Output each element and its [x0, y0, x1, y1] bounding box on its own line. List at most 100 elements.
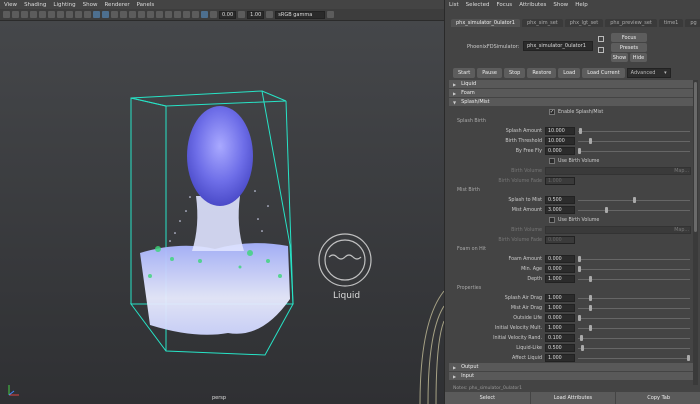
copy-tab-button[interactable]: Copy Tab [616, 392, 700, 404]
show-button[interactable]: Show [611, 53, 628, 62]
menu-focus[interactable]: Focus [496, 2, 512, 8]
splash-air-drag-slider[interactable] [578, 294, 690, 302]
tab-simulator[interactable]: phx_simulator_0ulator1 [451, 19, 520, 27]
slider-handle[interactable] [578, 148, 581, 154]
film-gate-icon[interactable] [48, 11, 55, 18]
go-to-output-icon[interactable] [598, 47, 604, 53]
min-age-field[interactable]: 0.000 [545, 265, 575, 273]
motion-blur-icon[interactable] [147, 11, 154, 18]
initial-velocity-rand-field[interactable]: 0.100 [545, 334, 575, 342]
menu-selected[interactable]: Selected [466, 2, 490, 8]
scrollbar-thumb[interactable] [694, 82, 697, 232]
outside-life-slider[interactable] [578, 314, 690, 322]
viewport-settings-icon[interactable] [327, 11, 335, 18]
enable-splash-checkbox[interactable]: ✓ [549, 109, 555, 115]
select-camera-icon[interactable] [3, 11, 10, 18]
slider-handle[interactable] [588, 325, 592, 331]
menu-renderer[interactable]: Renderer [104, 2, 129, 8]
tab-lgt-set[interactable]: phx_lgt_set [564, 19, 604, 27]
gamma-field[interactable]: 1.00 [247, 10, 265, 19]
splash-amount-field[interactable]: 10.000 [545, 127, 575, 135]
stop-button[interactable]: Stop [503, 68, 526, 78]
splash-amount-slider[interactable] [578, 127, 690, 135]
menu-lighting[interactable]: Lighting [53, 2, 75, 8]
exposure-icon[interactable] [210, 11, 217, 18]
start-button[interactable]: Start [453, 68, 476, 78]
slider-handle[interactable] [579, 128, 583, 134]
xray-components-icon[interactable] [201, 11, 208, 18]
slider-handle[interactable] [588, 305, 592, 311]
textured-icon[interactable] [111, 11, 118, 18]
use-birth-volume-checkbox[interactable] [549, 217, 555, 223]
load-button[interactable]: Load [558, 68, 581, 78]
load-current-button[interactable]: Load Current [582, 68, 625, 78]
mist-amount-slider[interactable] [578, 206, 690, 214]
load-attributes-button[interactable]: Load Attributes [530, 392, 616, 404]
tab-sim-set[interactable]: phx_sim_set [521, 19, 563, 27]
gamma-icon[interactable] [238, 11, 246, 18]
exposure-field[interactable]: 0.00 [219, 10, 237, 19]
shadows-icon[interactable] [129, 11, 136, 18]
menu-shading[interactable]: Shading [24, 2, 46, 8]
focus-button[interactable]: Focus [611, 33, 647, 42]
initial-velocity-mult-field[interactable]: 1.000 [545, 324, 575, 332]
min-age-slider[interactable] [578, 265, 690, 273]
bookmark-icon[interactable] [21, 11, 28, 18]
section-foam[interactable]: ▶ Foam [449, 89, 693, 97]
colorspace-dropdown[interactable]: sRGB gamma [275, 10, 326, 19]
depth-of-field-icon[interactable] [165, 11, 172, 18]
restore-button[interactable]: Restore [527, 68, 557, 78]
slider-handle[interactable] [578, 266, 581, 272]
attribute-scrollbar[interactable] [693, 80, 698, 385]
field-chart-icon[interactable] [75, 11, 82, 18]
affect-liquid-slider[interactable] [578, 354, 690, 362]
tab-preview-set[interactable]: phx_preview_set [605, 19, 657, 27]
grid-icon[interactable] [39, 11, 46, 18]
by-free-fly-slider[interactable] [578, 147, 690, 155]
lights-icon[interactable] [120, 11, 127, 18]
go-to-input-icon[interactable] [598, 36, 604, 42]
slider-handle[interactable] [588, 276, 592, 282]
slider-handle[interactable] [580, 335, 584, 341]
pause-button[interactable]: Pause [477, 68, 502, 78]
isolate-select-icon[interactable] [174, 11, 181, 18]
mist-amount-field[interactable]: 3.000 [545, 206, 575, 214]
by-free-fly-field[interactable]: 0.000 [545, 147, 575, 155]
advanced-dropdown[interactable]: Advanced ▾ [626, 68, 671, 78]
slider-handle[interactable] [687, 355, 690, 361]
xray-joints-icon[interactable] [192, 11, 199, 18]
slider-handle[interactable] [588, 295, 592, 301]
resolution-gate-icon[interactable] [57, 11, 64, 18]
slider-handle[interactable] [578, 315, 581, 321]
slider-handle[interactable] [588, 138, 592, 144]
slider-handle[interactable] [605, 207, 609, 213]
birth-threshold-slider[interactable] [578, 137, 690, 145]
select-button[interactable]: Select [445, 392, 530, 404]
color-management-icon[interactable] [266, 11, 274, 18]
birth-threshold-field[interactable]: 10.000 [545, 137, 575, 145]
presets-button[interactable]: Presets [611, 43, 647, 52]
image-plane-icon[interactable] [30, 11, 37, 18]
slider-handle[interactable] [632, 197, 636, 203]
smooth-shade-icon[interactable] [102, 11, 109, 18]
slider-handle[interactable] [578, 256, 581, 262]
foam-amount-field[interactable]: 0.000 [545, 255, 575, 263]
menu-panels[interactable]: Panels [137, 2, 155, 8]
node-name-field[interactable]: phx_simulator_0ulator1 [523, 41, 593, 51]
use-birth-volume-checkbox[interactable] [549, 158, 555, 164]
tab-pg[interactable]: pg [685, 19, 700, 27]
foam-amount-slider[interactable] [578, 255, 690, 263]
wireframe-icon[interactable] [93, 11, 100, 18]
menu-help[interactable]: Help [575, 2, 588, 8]
menu-show[interactable]: Show [553, 2, 568, 8]
splash-air-drag-field[interactable]: 1.000 [545, 294, 575, 302]
hide-button[interactable]: Hide [630, 53, 647, 62]
section-splash-mist[interactable]: ▼ Splash/Mist [449, 98, 693, 106]
tab-time[interactable]: time1 [658, 19, 684, 27]
mist-air-drag-field[interactable]: 1.000 [545, 304, 575, 312]
outside-life-field[interactable]: 0.000 [545, 314, 575, 322]
depth-field[interactable]: 1.000 [545, 275, 575, 283]
gate-mask-icon[interactable] [66, 11, 73, 18]
mist-air-drag-slider[interactable] [578, 304, 690, 312]
anti-aliasing-icon[interactable] [156, 11, 163, 18]
